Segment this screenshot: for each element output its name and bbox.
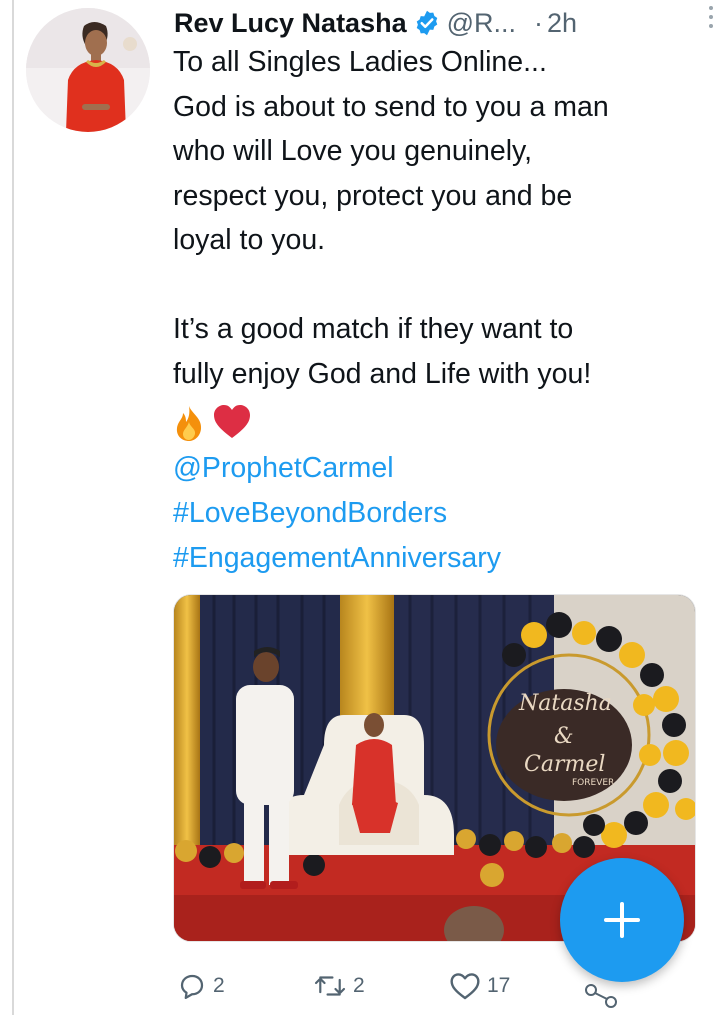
fire-emoji-icon [172,404,206,444]
tweet-line: To all Singles Ladies Online... [173,46,547,78]
tweet-line: loyal to you. [173,224,326,256]
more-options-icon[interactable] [706,6,716,32]
reply-icon [180,974,204,999]
meta-separator: · [534,7,544,38]
author-name[interactable]: Rev Lucy Natasha [174,8,407,39]
tweet-line: who will Love you genuinely, [173,135,533,167]
tweet-line: fully enjoy God and Life with you! [173,357,592,390]
sign-text: & [554,724,574,749]
retweet-button[interactable]: 2 [313,966,365,1006]
like-count: 17 [487,974,511,997]
tweet-links: @ProphetCarmel #LoveBeyondBorders #Engag… [173,446,501,581]
sign-text: Natasha [518,691,612,716]
heart-emoji-icon [212,404,252,444]
emoji-row [172,404,252,444]
reply-button[interactable]: 2 [177,966,225,1006]
verified-badge-icon [413,9,441,37]
like-button[interactable]: 17 [449,966,510,1006]
heart-icon [450,973,480,1000]
share-icon [585,984,617,1008]
share-button[interactable] [581,976,627,1016]
compose-tweet-button[interactable] [560,858,684,982]
tweet-timestamp[interactable]: 2h [547,8,577,39]
mention-link[interactable]: @ProphetCarmel [173,446,501,491]
retweet-icon [314,976,346,996]
hashtag-link[interactable]: #LoveBeyondBorders [173,491,501,536]
author-handle[interactable]: @R... [447,8,516,39]
sign-text: Carmel [524,752,605,777]
tweet-line: It’s a good match if they want to [173,313,574,345]
plus-icon [604,902,640,938]
retweet-count: 2 [353,974,365,997]
hashtag-link[interactable]: #EngagementAnniversary [173,536,501,581]
avatar[interactable] [26,8,150,132]
reply-count: 2 [213,974,225,997]
tweet-line: God is about to send to you a man [173,90,609,123]
sign-text: FOREVER [572,778,614,788]
tweet-body: To all Singles Ladies Online... God is a… [173,40,703,396]
tweet-header: Rev Lucy Natasha @R... · 2h [174,3,700,43]
timeline-left-border [12,0,14,1015]
tweet-line: respect you, protect you and be [173,179,573,212]
